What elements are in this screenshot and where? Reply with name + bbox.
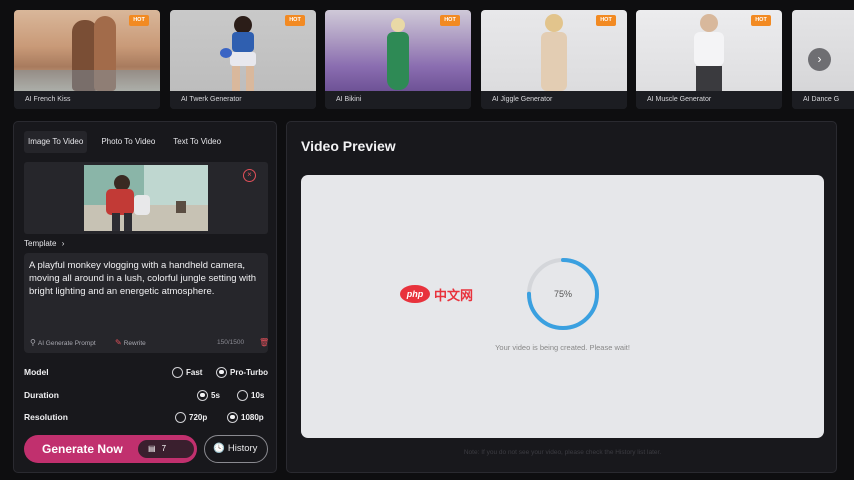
resolution-option-1080p[interactable]: 1080p <box>227 411 264 423</box>
card-label: AI Bikini <box>325 91 471 109</box>
template-carousel: HOT AI French Kiss HOT AI Twerk Generato… <box>0 0 854 116</box>
rewrite-button[interactable]: ✎ Rewrite <box>115 336 146 351</box>
duration-row: Duration 5s 10s <box>24 388 268 402</box>
trash-icon[interactable]: 🗑 <box>259 336 269 350</box>
resolution-label: Resolution <box>24 412 68 422</box>
resolution-option-label: 1080p <box>241 412 264 422</box>
model-option-label: Pro-Turbo <box>230 367 269 377</box>
hot-badge: HOT <box>129 15 149 26</box>
image-upload-area[interactable]: × <box>24 162 268 234</box>
prompt-toolbar: ⚲ AI Generate Prompt ✎ Rewrite 150/1500 🗑 <box>30 336 269 351</box>
radio-icon <box>172 366 183 378</box>
model-option-label: Fast <box>186 367 203 377</box>
template-card-twerk-generator[interactable]: HOT AI Twerk Generator <box>170 10 316 109</box>
model-option-pro-turbo[interactable]: Pro-Turbo <box>216 366 268 378</box>
radio-icon <box>237 389 248 401</box>
duration-option-10s[interactable]: 10s <box>237 389 264 401</box>
rewrite-label: Rewrite <box>123 340 146 347</box>
generator-panel: Image To Video Photo To Video Text To Vi… <box>13 121 277 473</box>
prompt-text[interactable]: A playful monkey vlogging with a handhel… <box>29 259 265 298</box>
close-icon[interactable]: × <box>243 169 256 182</box>
template-card-muscle-generator[interactable]: HOT AI Muscle Generator <box>636 10 782 109</box>
duration-option-5s[interactable]: 5s <box>197 389 220 401</box>
model-label: Model <box>24 367 49 377</box>
prompt-textarea[interactable]: A playful monkey vlogging with a handhel… <box>24 253 269 353</box>
ai-generate-prompt-button[interactable]: ⚲ AI Generate Prompt <box>30 336 96 351</box>
status-message: Your video is being created. Please wait… <box>495 343 630 352</box>
radio-selected-icon <box>227 411 238 423</box>
tab-photo-to-video[interactable]: Photo To Video <box>97 131 159 153</box>
template-card-bikini[interactable]: HOT AI Bikini <box>325 10 471 109</box>
hot-badge: HOT <box>751 15 771 26</box>
resolution-option-720p[interactable]: 720p <box>175 411 207 423</box>
template-card-french-kiss[interactable]: HOT AI French Kiss <box>14 10 160 109</box>
video-preview-panel: Video Preview php 中文网 75% Your video is … <box>286 121 837 473</box>
chevron-right-icon[interactable]: › <box>808 48 831 71</box>
card-label: AI Dance G <box>792 91 854 109</box>
watermark: php 中文网 <box>400 285 473 303</box>
tab-image-to-video[interactable]: Image To Video <box>24 131 88 153</box>
radio-icon <box>175 411 186 423</box>
card-label: AI Jiggle Generator <box>481 91 627 109</box>
card-label: AI Twerk Generator <box>170 91 316 109</box>
progress-percent: 75% <box>553 289 572 299</box>
duration-label: Duration <box>24 390 59 400</box>
hot-badge: HOT <box>285 15 305 26</box>
resolution-row: Resolution 720p 1080p <box>24 410 268 424</box>
credit-cost-badge: ▤ 7 <box>138 440 194 458</box>
page-title: Video Preview <box>301 138 396 154</box>
tab-text-to-video[interactable]: Text To Video <box>169 131 225 153</box>
model-row: Model Fast Pro-Turbo <box>24 365 268 379</box>
pencil-icon: ✎ <box>115 338 122 347</box>
duration-option-label: 10s <box>251 390 265 400</box>
template-label: Template <box>24 239 57 248</box>
model-option-fast[interactable]: Fast <box>172 366 202 378</box>
generate-label: Generate Now <box>42 442 123 456</box>
radio-selected-icon <box>216 366 227 378</box>
template-card-jiggle-generator[interactable]: HOT AI Jiggle Generator <box>481 10 627 109</box>
app-page: HOT AI French Kiss HOT AI Twerk Generato… <box>0 0 854 480</box>
chevron-right-icon: › <box>61 239 65 248</box>
clock-icon: 🕓 <box>213 443 225 454</box>
credit-count: 7 <box>161 444 167 453</box>
preview-area: php 中文网 75% Your video is being created.… <box>301 175 824 438</box>
radio-selected-icon <box>197 389 208 401</box>
watermark-text: 中文网 <box>434 287 474 303</box>
resolution-option-label: 720p <box>189 412 208 422</box>
hot-badge: HOT <box>596 15 616 26</box>
history-label: History <box>227 443 258 454</box>
magic-wand-icon: ⚲ <box>30 338 36 347</box>
hot-badge: HOT <box>440 15 460 26</box>
generate-now-button[interactable]: Generate Now ▤ 7 <box>24 435 197 463</box>
ai-generate-prompt-label: AI Generate Prompt <box>37 340 96 347</box>
uploaded-image <box>84 165 208 231</box>
card-label: AI French Kiss <box>14 91 160 109</box>
template-link[interactable]: Template › <box>24 239 64 248</box>
history-button[interactable]: 🕓 History <box>204 435 268 463</box>
duration-option-label: 5s <box>211 390 220 400</box>
watermark-logo: php <box>400 285 430 303</box>
card-label: AI Muscle Generator <box>636 91 782 109</box>
mode-tabs: Image To Video Photo To Video Text To Vi… <box>24 131 225 153</box>
char-counter: 150/1500 <box>217 339 245 346</box>
footnote: Note: If you do not see your video, plea… <box>463 449 662 456</box>
credit-icon: ▤ <box>148 444 156 453</box>
